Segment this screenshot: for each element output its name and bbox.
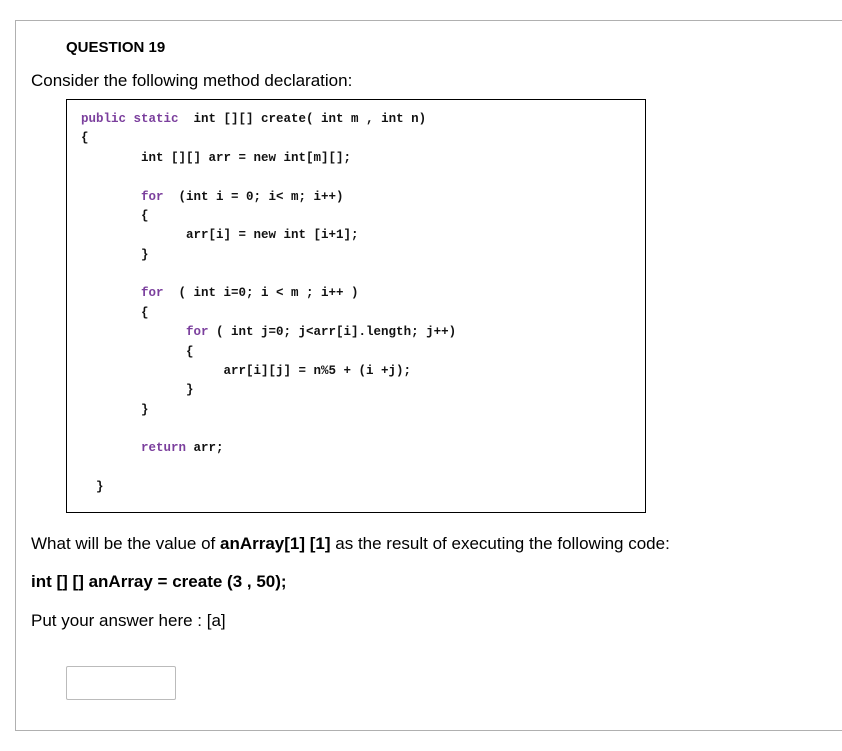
code-kw: public static <box>81 112 179 126</box>
question-followup: What will be the value of anArray[1] [1]… <box>16 513 842 637</box>
code-text: int [][] arr = new int[m][]; <box>81 151 351 165</box>
code-text: } <box>81 383 194 397</box>
code-kw: for <box>81 325 209 339</box>
code-text: ( int j=0; j<arr[i].length; j++) <box>209 325 457 339</box>
bold-segment: anArray[1] [1] <box>220 534 331 553</box>
text-segment: What will be the value of <box>31 534 220 553</box>
code-text: arr[i][j] = n%5 + (i +j); <box>81 364 411 378</box>
answer-input[interactable] <box>66 666 176 700</box>
code-text: } <box>81 480 104 494</box>
code-kw: return <box>81 441 186 455</box>
bold-segment: int [] [] anArray = <box>31 572 172 591</box>
code-text: arr; <box>186 441 224 455</box>
code-text: ( int i=0; i < m ; i++ ) <box>164 286 359 300</box>
code-text: { <box>81 131 89 145</box>
question-intro-text: Consider the following method declaratio… <box>16 71 842 99</box>
code-text: { <box>81 306 149 320</box>
followup-line: What will be the value of anArray[1] [1]… <box>31 529 841 560</box>
answer-field-container <box>66 666 842 700</box>
code-block: public static int [][] create( int m , i… <box>66 99 646 513</box>
bold-segment: create (3 , 50); <box>172 572 286 591</box>
text-segment: as the result of executing the following… <box>335 534 670 553</box>
code-text: arr[i] = new int [i+1]; <box>81 228 359 242</box>
followup-line: int [] [] anArray = create (3 , 50); <box>31 567 841 598</box>
question-number-header: QUESTION 19 <box>16 21 842 71</box>
code-text: { <box>81 345 194 359</box>
question-container: QUESTION 19 Consider the following metho… <box>15 20 842 731</box>
code-kw: for <box>81 190 164 204</box>
code-text: { <box>81 209 149 223</box>
code-text: (int i = 0; i< m; i++) <box>164 190 344 204</box>
code-text: } <box>81 248 149 262</box>
code-kw: for <box>81 286 164 300</box>
code-text: } <box>81 403 149 417</box>
code-text: int [][] create( int m , int n) <box>179 112 427 126</box>
followup-line: Put your answer here : [a] <box>31 606 841 637</box>
